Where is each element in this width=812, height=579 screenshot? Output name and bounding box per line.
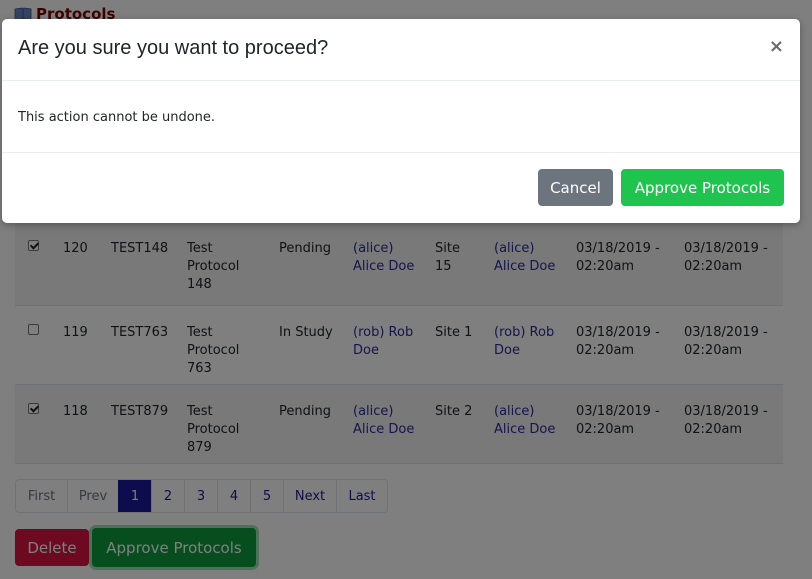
confirm-dialog: Are you sure you want to proceed? × This… bbox=[2, 19, 800, 223]
dialog-footer: Cancel Approve Protocols bbox=[2, 153, 800, 223]
close-icon[interactable]: × bbox=[769, 37, 784, 57]
cancel-button[interactable]: Cancel bbox=[538, 169, 613, 206]
dialog-title: Are you sure you want to proceed? bbox=[18, 37, 329, 59]
confirm-approve-button[interactable]: Approve Protocols bbox=[621, 169, 784, 206]
dialog-body: This action cannot be undone. bbox=[2, 81, 800, 153]
dialog-header: Are you sure you want to proceed? × bbox=[2, 19, 800, 81]
dialog-message: This action cannot be undone. bbox=[18, 110, 216, 125]
